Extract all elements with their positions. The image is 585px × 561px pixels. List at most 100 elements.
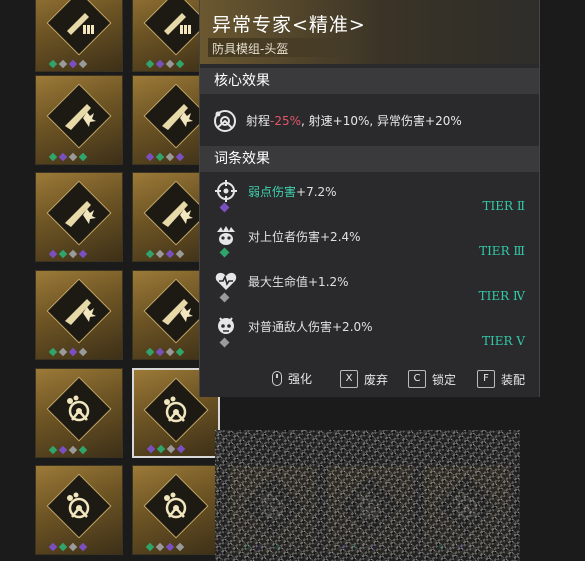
core-effect-row: 射程-25%, 射速+10%, 异常伤害+20%: [200, 94, 539, 146]
inventory-slot[interactable]: [35, 75, 123, 165]
tier-label: TIER Ⅲ: [479, 244, 525, 258]
core-effect-text: 射程-25%, 射速+10%, 异常伤害+20%: [246, 114, 462, 128]
rarity-gem: [166, 444, 176, 454]
minion-skull-icon: [218, 317, 234, 334]
rarity-gem: [48, 249, 58, 259]
rarity-gem: [155, 249, 165, 259]
obscured-region: [215, 430, 520, 561]
rarity-gem: [145, 347, 155, 357]
anomaly-module-icon: [67, 395, 90, 422]
tooltip-header: 异常专家<精准> 防具模组-头盔: [200, 0, 539, 64]
rifle-icon: [162, 299, 193, 326]
rarity-gem: [165, 249, 175, 259]
rarity-gem: [219, 202, 230, 213]
rarity-gem: [58, 347, 68, 357]
rarity-gem: [175, 347, 185, 357]
rarity-gem: [78, 542, 88, 552]
key-f: F: [477, 370, 495, 388]
rifle-icon: [162, 104, 193, 131]
rarity-gem: [219, 247, 230, 258]
key-x: X: [340, 370, 358, 388]
rarity-gem: [165, 542, 175, 552]
rifle-icon: [65, 201, 96, 228]
anomaly-module-icon: [67, 492, 90, 519]
rarity-gem: [68, 249, 78, 259]
rarity-gem: [68, 347, 78, 357]
inventory-slot[interactable]: [132, 465, 220, 555]
affix-row: 弱点伤害+7.2% TIER Ⅱ: [200, 172, 539, 217]
rarity-gem: [145, 542, 155, 552]
anomaly-module-icon: [164, 396, 187, 422]
rarity-gem: [176, 444, 186, 454]
rarity-gem: [58, 445, 68, 455]
inventory-slot[interactable]: [35, 0, 123, 72]
core-section-header: 核心效果: [200, 68, 539, 94]
affix-row: 最大生命值+1.2% TIER Ⅳ: [200, 262, 539, 307]
range-penalty: -25%: [270, 114, 302, 128]
key-c: C: [408, 370, 426, 388]
rarity-gem: [156, 444, 166, 454]
rarity-gem: [48, 152, 58, 162]
rarity-gem: [48, 59, 58, 69]
rifle-icon: [162, 201, 193, 228]
rarity-gem: [78, 347, 88, 357]
rarity-gem: [78, 152, 88, 162]
affix-row: 对普通敌人伤害+2.0% TIER Ⅴ: [200, 307, 539, 352]
inventory-slot[interactable]: [35, 172, 123, 262]
rarity-gem: [219, 337, 230, 348]
affix-row: 对上位者伤害+2.4% TIER Ⅲ: [200, 217, 539, 262]
action-bar: 强化 X 废弃 C 锁定 F 装配: [200, 359, 539, 397]
rifle-icon: [65, 299, 96, 326]
inventory-slot[interactable]: [35, 368, 123, 458]
elite-skull-icon: [217, 226, 235, 245]
rarity-gem: [48, 347, 58, 357]
anomaly-expert-icon: [214, 110, 236, 132]
rarity-gem: [155, 542, 165, 552]
rarity-gem: [165, 152, 175, 162]
ammo-icon: [164, 13, 191, 36]
heart-pulse-icon: [215, 272, 237, 290]
rarity-gem: [48, 445, 58, 455]
rarity-gem: [145, 249, 155, 259]
upgrade-action[interactable]: 强化: [272, 370, 312, 387]
equip-action[interactable]: F 装配: [477, 370, 525, 388]
rarity-gem: [165, 59, 175, 69]
inventory-slot[interactable]: [35, 270, 123, 360]
item-subtitle: 防具模组-头盔: [212, 42, 289, 56]
rarity-gem: [78, 59, 88, 69]
inventory-slot[interactable]: [35, 465, 123, 555]
rarity-gem: [68, 152, 78, 162]
tier-label: TIER Ⅱ: [482, 199, 525, 213]
rarity-gem: [219, 292, 230, 303]
rifle-icon: [65, 104, 96, 131]
rarity-gem: [78, 445, 88, 455]
item-tooltip: 异常专家<精准> 防具模组-头盔 核心效果 射程-25%, 射速+10%, 异常…: [199, 0, 540, 397]
rarity-gem: [155, 347, 165, 357]
discard-action[interactable]: X 废弃: [340, 370, 388, 388]
crosshair-icon: [215, 180, 237, 202]
rarity-gem: [58, 249, 68, 259]
rarity-gem: [155, 152, 165, 162]
rarity-gem: [68, 542, 78, 552]
rarity-gem: [48, 542, 58, 552]
item-title: 异常专家<精准>: [212, 14, 366, 36]
affix-section-header: 词条效果: [200, 146, 539, 172]
rarity-gem: [155, 59, 165, 69]
tier-label: TIER Ⅴ: [481, 334, 525, 348]
rarity-gem: [175, 152, 185, 162]
tier-label: TIER Ⅳ: [478, 289, 525, 303]
ammo-icon: [67, 13, 94, 36]
rarity-gem: [175, 542, 185, 552]
rarity-gem: [165, 347, 175, 357]
rarity-gem: [145, 152, 155, 162]
rarity-gem: [58, 152, 68, 162]
lock-action[interactable]: C 锁定: [408, 370, 456, 388]
rarity-gem: [175, 59, 185, 69]
rarity-gem: [146, 444, 156, 454]
rarity-gem: [68, 445, 78, 455]
rarity-gem: [58, 59, 68, 69]
rarity-gem: [58, 542, 68, 552]
rarity-gem: [68, 59, 78, 69]
rarity-gem: [145, 59, 155, 69]
rarity-gem: [78, 249, 88, 259]
